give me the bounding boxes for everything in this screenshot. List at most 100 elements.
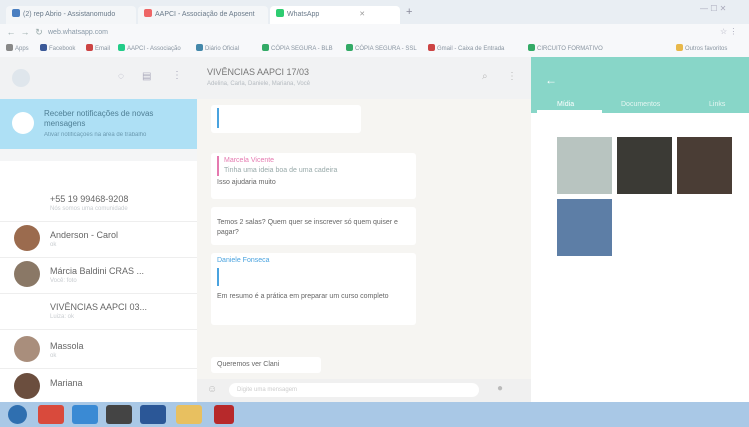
- bell-off-icon: [12, 112, 34, 134]
- chat-name: VIVÊNCIAS AAPCI 03...: [50, 302, 148, 312]
- browser-tab-1[interactable]: (2) rep Abrio - Assistanomudo: [6, 6, 136, 24]
- message-text: Em resumo é a prática em preparar um cur…: [217, 293, 389, 300]
- message-input[interactable]: Digite uma mensagem: [229, 383, 479, 397]
- chat-item[interactable]: Mariana: [0, 369, 197, 402]
- bookmarks-bar: Apps Facebook Email AAPCI - Associação D…: [0, 41, 749, 58]
- avatar: [14, 189, 40, 215]
- search-icon[interactable]: ⌕: [482, 71, 488, 82]
- quoted-message: Marcela Vicente Tinha uma ideia boa de u…: [217, 156, 410, 176]
- new-chat-icon[interactable]: ▤: [142, 71, 151, 82]
- compose-bar: ☺ Digite uma mensagem ●: [197, 379, 531, 402]
- page-icon: [196, 44, 203, 51]
- chat-name: Márcia Baldini CRAS ...: [50, 266, 145, 276]
- status-icon[interactable]: ◌: [118, 71, 124, 82]
- mail-icon: [428, 44, 435, 51]
- active-tab-indicator: [537, 110, 602, 113]
- media-thumbnail[interactable]: [617, 137, 672, 194]
- media-thumbnail[interactable]: [557, 199, 612, 256]
- message-text: Isso ajudaria muito: [217, 179, 276, 186]
- chat-list-header: ◌ ▤ ⋮: [0, 57, 197, 99]
- avatar: [14, 225, 40, 251]
- apps-icon: [6, 44, 13, 51]
- folder-icon: [676, 44, 683, 51]
- tab-label: WhatsApp: [287, 11, 320, 18]
- bookmark-item[interactable]: Gmail - Caixa de Entrada: [428, 44, 504, 52]
- media-player-icon[interactable]: [106, 405, 132, 424]
- forward-icon[interactable]: →: [20, 27, 30, 37]
- bookmark-label: Gmail - Caixa de Entrada: [437, 46, 505, 52]
- window-controls[interactable]: — ☐ ✕: [700, 4, 726, 13]
- message-bubble: Marcela Vicente Tinha uma ideia boa de u…: [211, 153, 416, 199]
- bookmark-item[interactable]: Apps: [6, 44, 29, 52]
- menu-icon[interactable]: ☆ ⋮: [720, 27, 737, 36]
- bookmark-item[interactable]: Outros favoritos: [676, 44, 727, 52]
- conversation-panel: VIVÊNCIAS AAPCI 17/03 Adelina, Carla, Da…: [197, 57, 531, 402]
- avatar: [14, 297, 40, 323]
- avatar: [14, 373, 40, 399]
- bookmark-item[interactable]: CÓPIA SEGURA - BLB: [262, 44, 333, 52]
- conversation-header[interactable]: VIVÊNCIAS AAPCI 17/03 Adelina, Carla, Da…: [197, 57, 531, 99]
- chrome-icon[interactable]: [38, 405, 64, 424]
- search-bar[interactable]: [0, 149, 197, 161]
- quoted-text: Tinha uma ideia boa de uma cadeira: [224, 167, 338, 174]
- back-icon[interactable]: ←: [6, 27, 16, 37]
- bookmark-label: Outros favoritos: [685, 46, 728, 52]
- message-author: Daniele Fonseca: [217, 257, 270, 264]
- emoji-icon[interactable]: ☺: [207, 384, 217, 395]
- reload-icon[interactable]: ↻: [34, 27, 44, 37]
- system-tray[interactable]: [600, 408, 720, 420]
- media-panel: ← Mídia Documentos Links: [531, 57, 749, 402]
- bookmark-item[interactable]: Diário Oficial: [196, 44, 239, 52]
- tab-label: (2) rep Abrio - Assistanomudo: [23, 11, 116, 18]
- media-thumbnail[interactable]: [557, 137, 612, 194]
- bookmark-item[interactable]: AAPCI - Associação: [118, 44, 181, 52]
- menu-icon[interactable]: ⋮: [507, 71, 517, 82]
- internet-explorer-icon[interactable]: [72, 405, 98, 424]
- menu-icon[interactable]: ⋮: [172, 70, 182, 81]
- tab-documents[interactable]: Documentos: [621, 101, 660, 108]
- tab-media[interactable]: Mídia: [557, 101, 574, 108]
- close-icon[interactable]: ✕: [359, 11, 365, 18]
- chat-item[interactable]: Anderson - Carol ok: [0, 221, 197, 258]
- browser-tab-bar: (2) rep Abrio - Assistanomudo AAPCI - As…: [0, 0, 749, 24]
- notification-title: Receber notificações de novas mensagens: [44, 109, 154, 128]
- quoted-author: Marcela Vicente: [224, 157, 275, 164]
- back-arrow-icon[interactable]: ←: [545, 73, 557, 87]
- new-tab-icon[interactable]: +: [406, 6, 412, 18]
- bookmark-item[interactable]: Email: [86, 44, 110, 52]
- tab-favicon-icon: [144, 9, 152, 17]
- page-icon: [346, 44, 353, 51]
- message-bubble: Daniele Fonseca Em resumo é a prática em…: [211, 253, 416, 325]
- mail-icon: [86, 44, 93, 51]
- chat-name: +55 19 99468-9208: [50, 194, 129, 204]
- browser-tab-3-active[interactable]: WhatsApp ✕: [270, 6, 400, 24]
- address-bar: ← → ↻ web.whatsapp.com ☆ ⋮: [0, 24, 749, 41]
- notification-subtitle[interactable]: Ativar notificações na área de trabalho: [44, 132, 194, 138]
- media-panel-header: ← Mídia Documentos Links: [531, 57, 749, 113]
- bookmark-item[interactable]: CIRCUITO FORMATIVO: [528, 44, 603, 52]
- chat-item[interactable]: VIVÊNCIAS AAPCI 03... Luiza: ok: [0, 293, 197, 330]
- mic-icon[interactable]: ●: [497, 383, 503, 394]
- tab-links[interactable]: Links: [709, 101, 725, 108]
- acrobat-icon[interactable]: [214, 405, 234, 424]
- profile-avatar[interactable]: [12, 69, 30, 87]
- quoted-bar: [217, 108, 355, 128]
- tab-favicon-icon: [276, 9, 284, 17]
- chat-item[interactable]: Márcia Baldini CRAS ... Você: foto: [0, 257, 197, 294]
- facebook-icon: [40, 44, 47, 51]
- message-bubble: Temos 2 salas? Quem quer se inscrever só…: [211, 207, 416, 245]
- bookmark-item[interactable]: CÓPIA SEGURA - SSL: [346, 44, 417, 52]
- notification-banner[interactable]: Receber notificações de novas mensagens …: [0, 99, 197, 149]
- media-thumbnail[interactable]: [677, 137, 732, 194]
- message-text: Queremos ver Clani: [217, 361, 280, 368]
- bookmark-item[interactable]: Facebook: [40, 44, 75, 52]
- url-field[interactable]: web.whatsapp.com: [48, 27, 648, 38]
- word-icon[interactable]: [140, 405, 166, 424]
- browser-tab-2[interactable]: AAPCI - Associação de Aposent: [138, 6, 268, 24]
- folder-icon[interactable]: [176, 405, 202, 424]
- message-text: Temos 2 salas? Quem quer se inscrever só…: [217, 219, 398, 236]
- chat-name: Anderson - Carol: [50, 230, 119, 240]
- chat-item[interactable]: Massola ok: [0, 332, 197, 369]
- start-button[interactable]: [8, 405, 27, 424]
- chat-item[interactable]: +55 19 99468-9208 Nós somos uma comunida…: [0, 185, 197, 222]
